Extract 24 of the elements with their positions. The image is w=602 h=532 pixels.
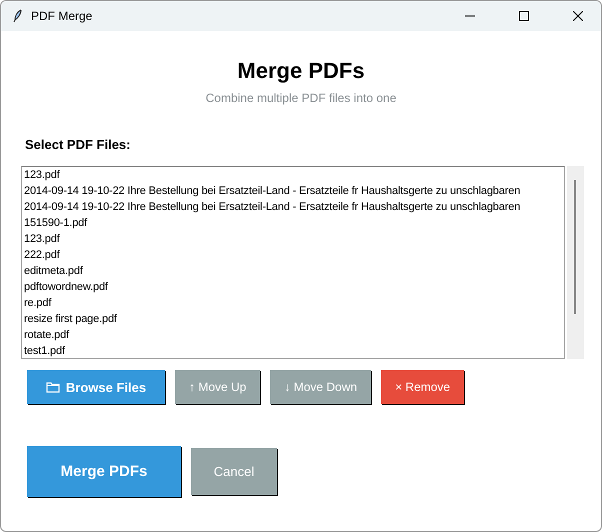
- folder-icon: [46, 381, 60, 393]
- file-item[interactable]: editmeta.pdf: [24, 263, 562, 279]
- file-list[interactable]: [21, 166, 565, 359]
- file-item[interactable]: 151590-1.pdf: [24, 215, 562, 231]
- file-item[interactable]: 123.pdf: [24, 167, 562, 183]
- section-label: Select PDF Files:: [25, 137, 132, 152]
- file-item[interactable]: pdftowordnew.pdf: [24, 279, 562, 295]
- file-item[interactable]: 222.pdf: [24, 247, 562, 263]
- list-action-button[interactable]: × Remove: [381, 370, 464, 404]
- window-title: PDF Merge: [31, 9, 92, 23]
- close-icon[interactable]: [573, 11, 583, 21]
- scrollbar-thumb[interactable]: [574, 180, 576, 314]
- page-subtitle: Combine multiple PDF files into one: [204, 91, 398, 105]
- file-item[interactable]: rotate.pdf: [24, 327, 562, 343]
- file-item[interactable]: 123.pdf: [24, 231, 562, 247]
- file-item[interactable]: test1.pdf: [24, 343, 562, 358]
- page-heading: Merge PDFs: [236, 58, 366, 84]
- file-item[interactable]: 2014-09-14 19-10-22 Ihre Bestellung bei Ersatzteil-Land - Ersatzteile fr Haushaltsgerte zu unschlagbaren: [24, 183, 562, 199]
- file-item[interactable]: re.pdf: [24, 295, 562, 311]
- file-item[interactable]: 2014-09-14 19-10-22 Ihre Bestellung bei Ersatzteil-Land - Ersatzteile fr Haushaltsgerte zu unschlagbaren: [24, 199, 562, 215]
- feather-icon: [13, 9, 23, 23]
- maximize-icon[interactable]: [519, 11, 529, 21]
- file-item[interactable]: resize first page.pdf: [24, 311, 562, 327]
- scrollbar[interactable]: [567, 166, 584, 359]
